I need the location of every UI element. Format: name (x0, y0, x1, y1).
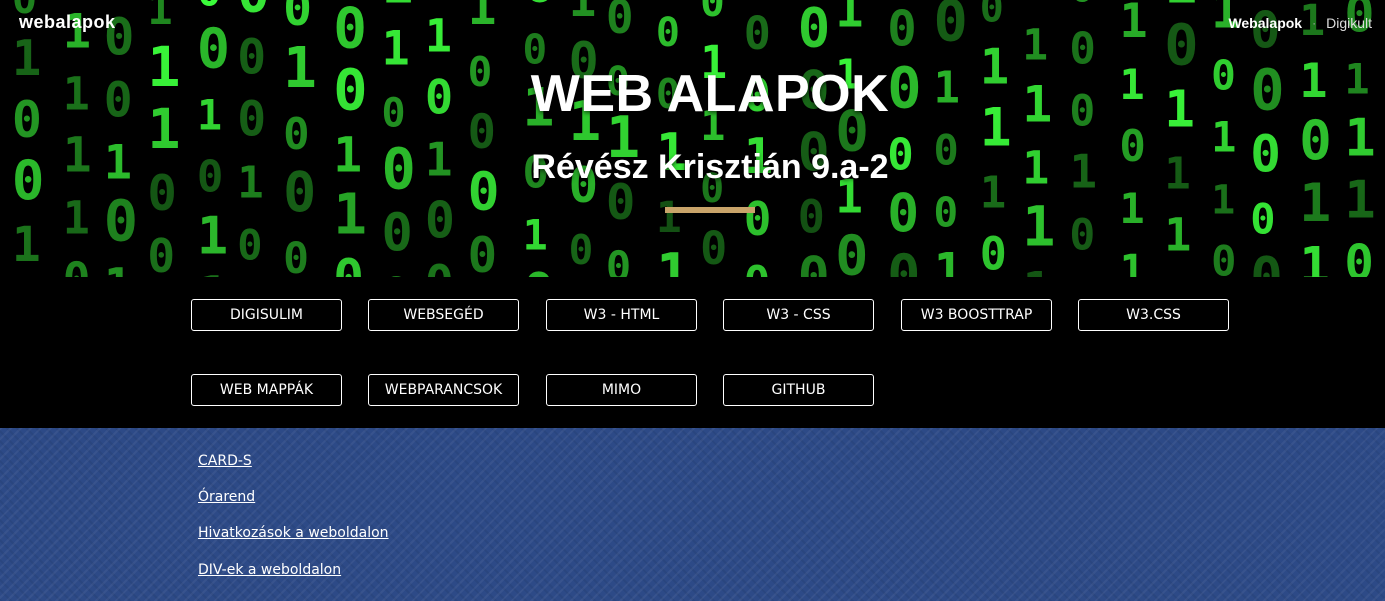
btn-w3css[interactable]: W3.CSS (1078, 299, 1229, 331)
btn-web-mappak[interactable]: WEB MAPPÁK (191, 374, 342, 406)
title-divider (665, 207, 755, 213)
page-title: WEB ALAPOK (530, 65, 890, 123)
top-navigation: Webalapok · Digikult (1228, 15, 1372, 31)
link-div-ek[interactable]: DIV-ek a weboldalon (198, 562, 341, 578)
nav-link-digikult[interactable]: Digikult (1326, 15, 1372, 31)
link-hivatkozasok[interactable]: Hivatkozások a weboldalon (198, 525, 389, 541)
btn-webparancsok[interactable]: WEBPARANCSOK (368, 374, 519, 406)
btn-w3-bootstrap[interactable]: W3 BOOSTTRAP (901, 299, 1052, 331)
links-section: CARD-S Órarend Hivatkozások a weboldalon… (0, 428, 1385, 601)
btn-github[interactable]: GITHUB (723, 374, 874, 406)
btn-digisulim[interactable]: DIGISULIM (191, 299, 342, 331)
page-subtitle: Révész Krisztián 9.a-2 (531, 148, 889, 186)
nav-separator: · (1312, 16, 1317, 30)
link-orarend[interactable]: Órarend (198, 489, 255, 505)
nav-link-webalapok[interactable]: Webalapok (1228, 15, 1302, 31)
hero-overlay (0, 0, 1385, 277)
brand-logo[interactable]: webalapok (19, 12, 116, 33)
btn-w3-css[interactable]: W3 - CSS (723, 299, 874, 331)
btn-w3-html[interactable]: W3 - HTML (546, 299, 697, 331)
link-card-s[interactable]: CARD-S (198, 453, 252, 469)
btn-mimo[interactable]: MIMO (546, 374, 697, 406)
btn-webseged[interactable]: WEBSEGÉD (368, 299, 519, 331)
hero-section: 0100101011110110010101110000001011000010… (0, 0, 1385, 277)
button-section: DIGISULIM WEBSEGÉD W3 - HTML W3 - CSS W3… (0, 277, 1385, 428)
